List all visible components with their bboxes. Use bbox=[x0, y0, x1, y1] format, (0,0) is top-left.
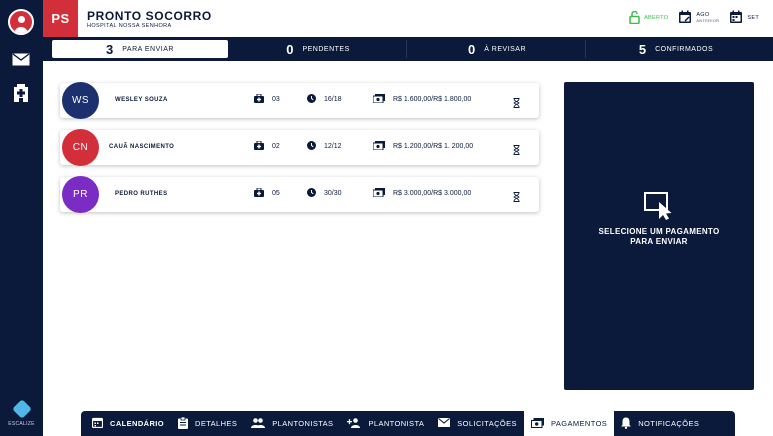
tab-pagamentos[interactable]: PAGAMENTOS bbox=[523, 411, 615, 436]
tab-add-plantonista[interactable]: PLANTONISTA bbox=[340, 411, 431, 436]
tab-label: CALENDÁRIO bbox=[110, 419, 164, 428]
calendar-icon bbox=[729, 10, 743, 26]
clock-icon bbox=[307, 94, 316, 105]
people-icon bbox=[251, 417, 266, 430]
header-actions: ABERTO AGO ANTERIOR SET bbox=[629, 10, 759, 26]
page-title: PRONTO SOCORRO bbox=[87, 9, 212, 23]
filter-pending[interactable]: 0 PENDENTES bbox=[230, 40, 407, 58]
filter-label: PENDENTES bbox=[302, 45, 350, 53]
clock-icon bbox=[307, 141, 316, 152]
medical-kit-icon bbox=[254, 93, 264, 105]
doctor-name: CAUÃ NASCIMENTO bbox=[109, 144, 175, 150]
bell-icon bbox=[621, 417, 632, 431]
medical-kit-icon bbox=[254, 187, 264, 199]
payment-detail-panel: SELECIONE UM PAGAMENTO PARA ENVIAR bbox=[564, 82, 754, 390]
tab-solicitacoes[interactable]: SOLICITAÇÕES bbox=[431, 411, 524, 436]
previous-month-button[interactable]: AGO ANTERIOR bbox=[678, 10, 719, 26]
filter-count: 3 bbox=[106, 41, 114, 57]
tab-label: PLANTONISTAS bbox=[272, 419, 334, 428]
filter-count: 5 bbox=[638, 41, 647, 57]
filter-confirmed[interactable]: 5 CONFIRMADOS bbox=[588, 40, 764, 58]
previous-month-sublabel: ANTERIOR bbox=[696, 18, 720, 23]
hourglass-icon bbox=[513, 95, 520, 113]
doctor-name: WESLEY SOUZA bbox=[115, 97, 168, 103]
medical-kit-icon bbox=[254, 140, 264, 152]
current-month-label: SET bbox=[747, 15, 759, 21]
payment-amount: R$ 1.200,00/R$ 1. 200,00 bbox=[393, 143, 474, 150]
escalize-logo: ESCALIZE bbox=[0, 399, 43, 427]
money-icon bbox=[372, 94, 385, 105]
payment-card[interactable]: PR PEDRO RUTHES 05 30/30 R$ 3.000,00/R$ … bbox=[60, 176, 539, 213]
tab-label: DETALHES bbox=[195, 419, 238, 428]
hospital-icon[interactable] bbox=[12, 84, 30, 102]
header: PS PRONTO SOCORRO HOSPITAL NOSSA SENHORA… bbox=[43, 0, 773, 37]
mail-icon bbox=[438, 418, 451, 429]
left-rail: ESCALIZE bbox=[0, 0, 43, 436]
hours-worked: 16/18 bbox=[324, 96, 342, 103]
tab-calendario[interactable]: CALENDÁRIO bbox=[81, 411, 171, 436]
doctor-name: PEDRO RUTHES bbox=[115, 191, 168, 197]
calendar-edit-icon bbox=[678, 10, 692, 26]
avatar: WS bbox=[62, 82, 99, 119]
empty-state-line: PARA ENVIAR bbox=[630, 237, 688, 246]
clipboard-icon bbox=[178, 416, 188, 431]
page-subtitle: HOSPITAL NOSSA SENHORA bbox=[87, 23, 172, 29]
filter-label: À REVISAR bbox=[484, 45, 527, 53]
tab-label: SOLICITAÇÕES bbox=[457, 419, 517, 428]
select-cursor-icon bbox=[644, 192, 676, 225]
money-icon bbox=[372, 141, 385, 152]
filter-label: PARA ENVIAR bbox=[122, 45, 174, 53]
shifts-count: 03 bbox=[272, 96, 280, 103]
filter-to-send[interactable]: 3 PARA ENVIAR bbox=[52, 40, 228, 58]
payment-card[interactable]: CN CAUÃ NASCIMENTO 02 12/12 R$ 1.200,00/… bbox=[60, 129, 539, 166]
filter-count: 0 bbox=[467, 41, 476, 57]
money-icon bbox=[372, 188, 385, 199]
tab-label: PAGAMENTOS bbox=[550, 419, 608, 428]
tab-notificacoes[interactable]: NOTIFICAÇÕES bbox=[614, 411, 706, 436]
payment-amount: R$ 3.000,00/R$ 3.000,00 bbox=[393, 190, 472, 197]
payment-amount: R$ 1.600,00/R$ 1.800,00 bbox=[393, 96, 472, 103]
app-root: ESCALIZE PS PRONTO SOCORRO HOSPITAL NOSS… bbox=[0, 0, 773, 436]
tab-label: PLANTONISTA bbox=[368, 419, 425, 428]
user-avatar-icon[interactable] bbox=[8, 9, 34, 35]
hourglass-icon bbox=[513, 142, 520, 160]
shifts-count: 02 bbox=[272, 143, 280, 150]
money-icon bbox=[530, 417, 544, 430]
add-person-icon bbox=[347, 417, 361, 430]
bottom-nav: CALENDÁRIO DETALHES PLANTONISTAS PLANTON… bbox=[81, 411, 735, 436]
empty-state-text: SELECIONE UM PAGAMENTO PARA ENVIAR bbox=[564, 227, 754, 247]
status-label: ABERTO bbox=[644, 15, 669, 21]
logo-text: ESCALIZE bbox=[8, 421, 35, 427]
empty-state-line: SELECIONE UM PAGAMENTO bbox=[598, 227, 720, 236]
filter-label: CONFIRMADOS bbox=[655, 45, 714, 53]
mail-icon[interactable] bbox=[12, 50, 30, 68]
payment-card[interactable]: WS WESLEY SOUZA 03 16/18 R$ 1.600,00/R$ … bbox=[60, 82, 539, 119]
hours-worked: 12/12 bbox=[324, 143, 342, 150]
hourglass-icon bbox=[513, 189, 520, 207]
hours-worked: 30/30 bbox=[324, 190, 342, 197]
tab-label: NOTIFICAÇÕES bbox=[638, 419, 700, 428]
unit-badge: PS bbox=[43, 0, 78, 37]
clock-icon bbox=[307, 188, 316, 199]
tab-plantonistas[interactable]: PLANTONISTAS bbox=[244, 411, 340, 436]
current-month-button[interactable]: SET bbox=[729, 10, 759, 26]
tab-detalhes[interactable]: DETALHES bbox=[171, 411, 244, 436]
filter-to-review[interactable]: 0 À REVISAR bbox=[409, 40, 586, 58]
shifts-count: 05 bbox=[272, 190, 280, 197]
status-filter-bar: 3 PARA ENVIAR 0 PENDENTES 0 À REVISAR 5 … bbox=[43, 37, 773, 61]
calendar-icon bbox=[91, 417, 104, 430]
unlock-icon bbox=[629, 10, 640, 26]
filter-count: 0 bbox=[286, 41, 294, 57]
avatar: PR bbox=[62, 176, 99, 213]
avatar: CN bbox=[62, 129, 99, 166]
status-toggle[interactable]: ABERTO bbox=[629, 10, 669, 26]
